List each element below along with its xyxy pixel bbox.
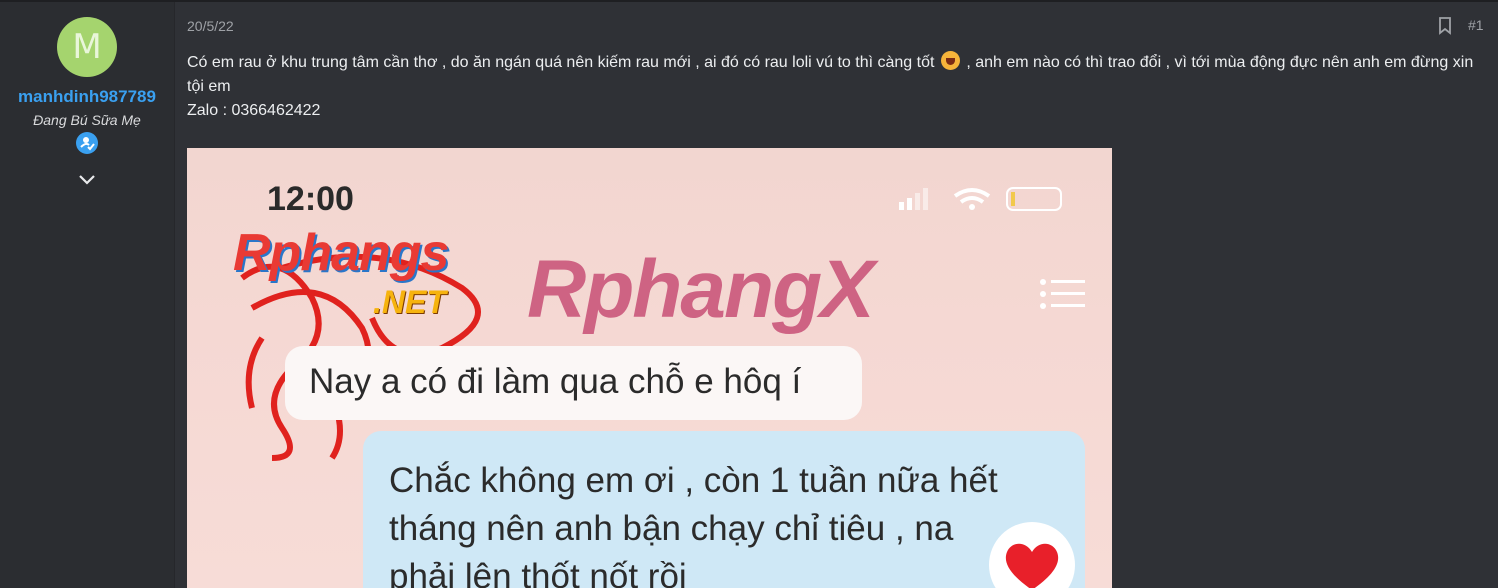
menu-icon	[1040, 279, 1085, 309]
chat-bubble-outgoing: Chắc không em ơi , còn 1 tuần nữa hết th…	[363, 431, 1085, 588]
phone-status-icons	[899, 187, 1062, 211]
chat-outgoing-line1: Chắc không em ơi , còn 1 tuần nữa hết	[389, 461, 998, 500]
chevron-down-icon[interactable]	[76, 170, 98, 188]
attached-chat-screenshot[interactable]: 12:00 Rphangs .NET RphangX Nay a có đi l…	[187, 148, 1112, 588]
shouting-face-emoji-icon	[940, 51, 960, 70]
watermark-rphangx: RphangX	[527, 244, 875, 335]
verified-user-icon	[76, 132, 98, 154]
heart-reaction-icon	[989, 522, 1075, 588]
post-body: Có em rau ở khu trung tâm cần thơ , do ă…	[187, 51, 1477, 123]
bookmark-icon[interactable]	[1437, 16, 1453, 35]
post-text-part1: Có em rau ở khu trung tâm cần thơ , do ă…	[187, 54, 935, 71]
chat-bubble-incoming: Nay a có đi làm qua chỗ e hôq í	[285, 346, 862, 420]
watermark-rphangs: Rphangs	[233, 224, 449, 282]
post-user-sidebar: M manhdinh987789 Đang Bú Sữa Mẹ	[0, 2, 175, 588]
post-date[interactable]: 20/5/22	[187, 18, 234, 34]
avatar[interactable]: M	[57, 17, 117, 77]
watermark-net: .NET	[373, 284, 446, 320]
post-number-link[interactable]: #1	[1468, 17, 1484, 33]
chat-outgoing-line2: tháng nên anh bận chạy chỉ tiêu , na	[389, 509, 954, 548]
username-link[interactable]: manhdinh987789	[0, 87, 174, 107]
user-title: Đang Bú Sữa Mẹ	[33, 112, 141, 128]
chat-outgoing-line3: phải lên thốt nốt rồi	[389, 557, 687, 588]
post-contact: Zalo : 0366462422	[187, 102, 321, 119]
